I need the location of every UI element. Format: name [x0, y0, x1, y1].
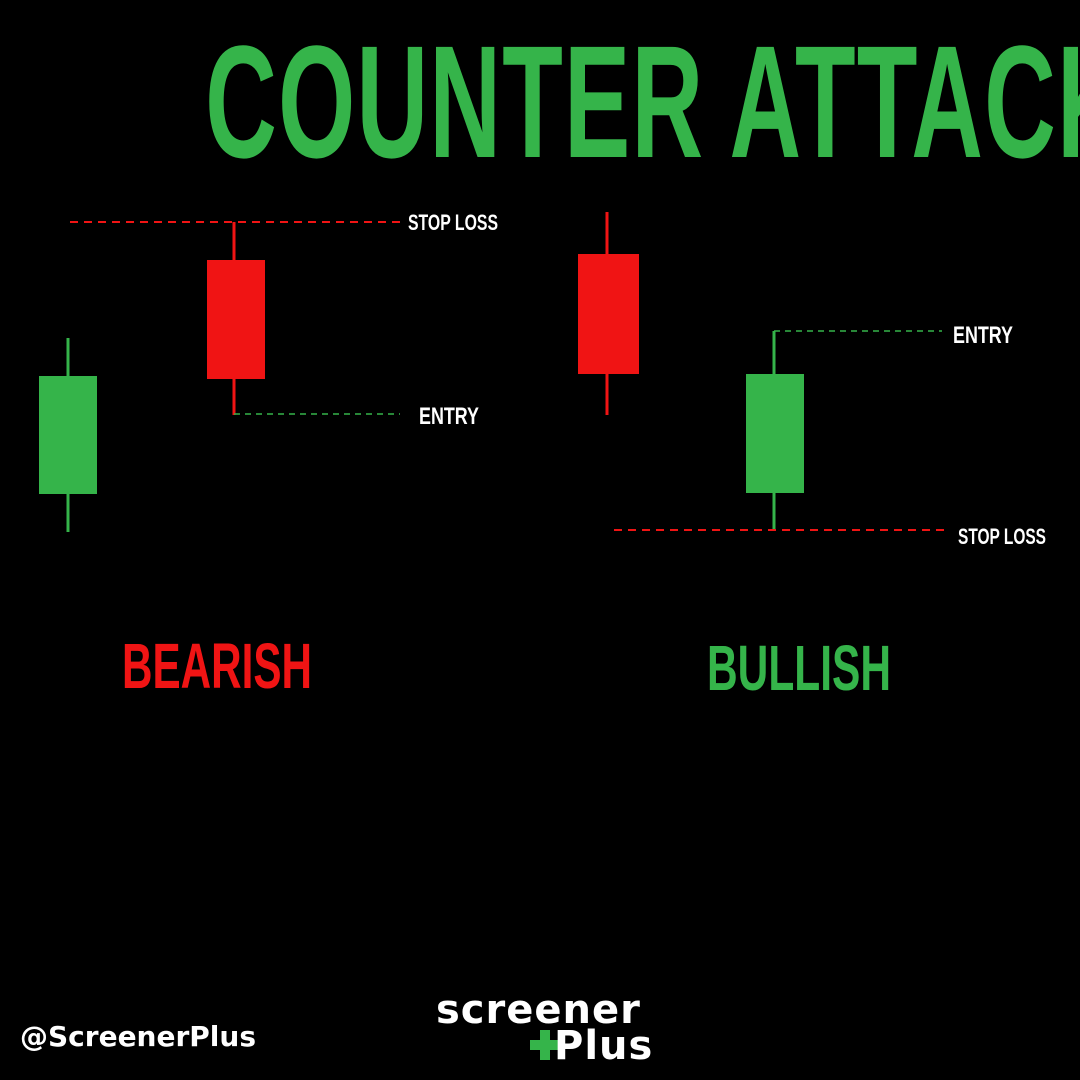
- bearish-label: BEARISH: [122, 630, 312, 702]
- bearish-stop-loss-label: STOP LOSS: [408, 210, 498, 235]
- bearish-first-candle-body: [39, 376, 97, 494]
- bullish-pattern: ENTRY STOP LOSS: [578, 212, 1046, 549]
- bullish-entry-label: ENTRY: [953, 322, 1013, 349]
- bullish-second-candle-body: [746, 374, 804, 493]
- bullish-first-candle-body: [578, 254, 639, 374]
- social-handle: @ScreenerPlus: [20, 1020, 257, 1053]
- candlestick-diagram: STOP LOSS ENTRY ENTRY STOP LOSS BEARISH …: [39, 210, 1046, 704]
- logo-word-plus: Plus: [554, 1023, 654, 1069]
- bearish-entry-label: ENTRY: [419, 403, 479, 430]
- bearish-pattern: STOP LOSS ENTRY: [39, 210, 498, 532]
- screener-plus-logo: screener Plus: [430, 988, 660, 1068]
- bullish-stop-loss-label: STOP LOSS: [958, 524, 1046, 549]
- bearish-second-candle-body: [207, 260, 265, 379]
- bullish-label: BULLISH: [707, 632, 891, 704]
